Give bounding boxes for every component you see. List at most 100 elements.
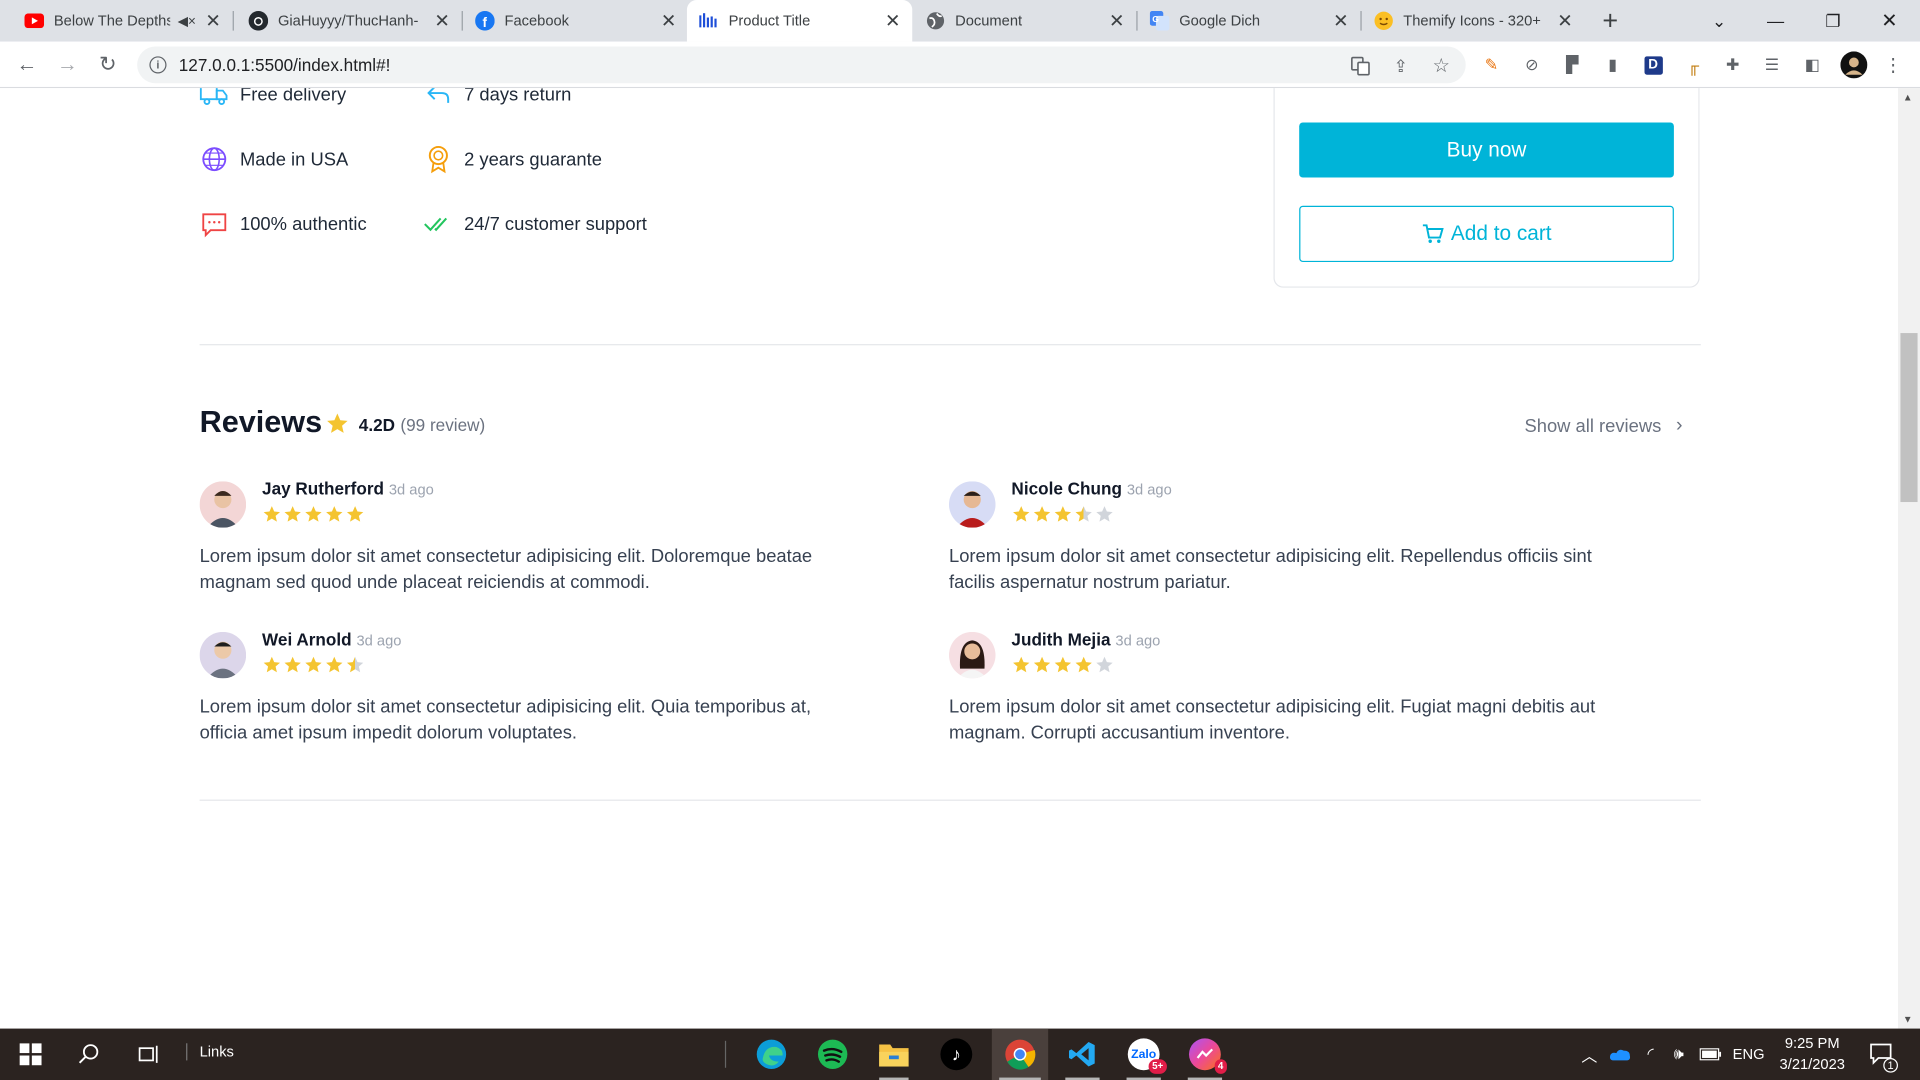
vscode-icon[interactable] — [1058, 1029, 1107, 1080]
close-tab-icon[interactable]: ✕ — [883, 10, 903, 32]
onedrive-icon[interactable] — [1607, 1029, 1634, 1080]
site-logo-icon — [699, 11, 719, 31]
tab-youtube[interactable]: Below The Depths ◀× ✕ — [12, 0, 232, 42]
review-time: 3d ago — [1115, 631, 1161, 649]
award-icon — [424, 144, 453, 174]
task-view-icon[interactable] — [129, 1029, 171, 1080]
reviewer-name: Wei Arnold 3d ago — [262, 629, 402, 649]
svg-text:G: G — [1152, 14, 1159, 24]
zalo-icon[interactable]: Zalo 5+ — [1119, 1029, 1168, 1080]
speaker-muted-icon[interactable]: ◀× — [178, 13, 196, 29]
close-tab-icon[interactable]: ✕ — [659, 10, 679, 32]
extension-icon[interactable]: ╓ — [1682, 54, 1704, 76]
tab-title: Google Dich — [1179, 12, 1261, 30]
bookmark-star-icon[interactable]: ☆ — [1430, 55, 1452, 77]
star-icon — [1075, 506, 1092, 522]
chrome-icon[interactable] — [991, 1028, 1049, 1080]
tiktok-icon[interactable]: ♪ — [934, 1029, 978, 1080]
avatar — [199, 631, 247, 679]
close-tab-icon[interactable]: ✕ — [432, 10, 452, 32]
minimize-button[interactable]: — — [1747, 0, 1803, 42]
url-text[interactable]: 127.0.0.1:5500/index.html#! — [179, 55, 391, 75]
star-icon — [1013, 656, 1030, 673]
review-time: 3d ago — [388, 481, 434, 499]
wifi-icon[interactable]: ◜ — [1638, 1029, 1662, 1080]
rating-stars — [1011, 504, 1115, 524]
google-translate-icon: G — [1149, 11, 1170, 31]
reload-icon[interactable]: ↻ — [92, 50, 124, 79]
page-viewport: Free delivery 7 days return Made in USA … — [0, 88, 1898, 1029]
forward-arrow-icon[interactable]: → — [51, 50, 83, 79]
reading-list-icon[interactable]: ☰ — [1761, 54, 1783, 76]
chevron-up-icon[interactable]: ︿ — [1577, 1029, 1601, 1080]
tab-title: Facebook — [504, 12, 570, 30]
tab-themify[interactable]: Themify Icons - 320+ ✕ — [1362, 0, 1585, 42]
restore-button[interactable]: ❐ — [1805, 0, 1861, 42]
star-icon — [1096, 656, 1113, 673]
review-time: 3d ago — [1126, 481, 1172, 499]
clock-time: 9:25 PM — [1784, 1034, 1840, 1052]
info-icon[interactable]: i — [149, 56, 167, 74]
section-divider — [199, 799, 1701, 801]
page-scrollbar[interactable]: ▲ ▼ — [1897, 88, 1920, 1029]
rating-stars — [1011, 655, 1115, 675]
compass-extension-icon[interactable]: ⊘ — [1521, 54, 1543, 76]
profile-avatar[interactable] — [1840, 51, 1868, 79]
scrollbar-thumb[interactable] — [1900, 333, 1918, 503]
file-explorer-icon[interactable] — [872, 1029, 916, 1080]
close-window-button[interactable]: ✕ — [1861, 0, 1917, 42]
spotify-icon[interactable] — [811, 1029, 855, 1080]
close-tab-icon[interactable]: ✕ — [1107, 10, 1127, 32]
feature-label: 7 days return — [464, 88, 572, 105]
scroll-up-arrow-icon[interactable]: ▲ — [1903, 92, 1913, 103]
tab-title: Themify Icons - 320+ — [1403, 12, 1541, 30]
back-arrow-icon[interactable]: ← — [11, 50, 43, 79]
volume-icon[interactable]: 🕪 — [1665, 1029, 1692, 1080]
extension-icon[interactable]: ▮ — [1602, 54, 1624, 76]
tab-document[interactable]: Document ✕ — [913, 0, 1136, 42]
puzzle-extensions-icon[interactable]: ✚ — [1722, 54, 1744, 76]
extension-d-icon[interactable]: D — [1642, 54, 1664, 76]
side-panel-icon[interactable]: ◧ — [1801, 54, 1823, 76]
edge-browser-icon[interactable] — [749, 1029, 793, 1080]
windows-start-icon[interactable] — [10, 1029, 52, 1080]
add-to-cart-button[interactable]: Add to cart — [1299, 205, 1674, 263]
tab-title: Document — [955, 12, 1023, 30]
tab-google-dich[interactable]: G Google Dich ✕ — [1138, 0, 1361, 42]
messenger-icon[interactable]: 4 — [1180, 1029, 1229, 1080]
new-tab-button[interactable]: + — [1594, 5, 1626, 37]
color-picker-extension-icon[interactable]: ✎ — [1480, 54, 1502, 76]
system-clock[interactable]: 9:25 PM 3/21/2023 — [1773, 1033, 1851, 1075]
reviews-score: 4.2D — [358, 415, 395, 435]
close-tab-icon[interactable]: ✕ — [1331, 10, 1351, 32]
tab-search-icon[interactable]: ⌄ — [1691, 0, 1747, 42]
address-bar[interactable]: i 127.0.0.1:5500/index.html#! ⇪ ☆ — [137, 46, 1466, 84]
github-icon — [248, 11, 269, 31]
buy-now-button[interactable]: Buy now — [1299, 122, 1674, 178]
review-text: Lorem ipsum dolor sit amet consectetur a… — [199, 546, 813, 593]
extension-icon[interactable]: ▛ — [1561, 54, 1583, 76]
translate-icon[interactable] — [1349, 55, 1371, 77]
search-icon[interactable] — [69, 1029, 111, 1080]
star-icon — [1075, 656, 1092, 673]
share-icon[interactable]: ⇪ — [1390, 55, 1412, 77]
tab-facebook[interactable]: f Facebook ✕ — [463, 0, 688, 42]
scroll-down-arrow-icon[interactable]: ▼ — [1903, 1014, 1913, 1025]
language-indicator[interactable]: ENG — [1733, 1046, 1765, 1063]
review-text: Lorem ipsum dolor sit amet consectetur a… — [948, 696, 1596, 744]
notification-center-icon[interactable]: 1 — [1864, 1029, 1901, 1080]
links-toolbar[interactable]: Links — [186, 1043, 234, 1061]
emoji-icon — [1374, 11, 1394, 31]
windows-taskbar: Links ♪ Zalo 5+ 4 ︿ ◜ 🕪 ENG 9:25 PM 3/21… — [0, 1028, 1920, 1080]
tab-product-title[interactable]: Product Title ✕ — [686, 0, 913, 42]
battery-icon[interactable] — [1697, 1029, 1724, 1080]
show-all-reviews-link[interactable]: Show all reviews › — [1525, 415, 1683, 437]
menu-kebab-icon[interactable]: ⋮ — [1882, 54, 1904, 76]
star-icon — [305, 656, 322, 673]
chat-icon — [200, 209, 229, 238]
close-tab-icon[interactable]: ✕ — [203, 10, 223, 32]
rating-stars — [262, 655, 366, 675]
tab-github[interactable]: GiaHuyyy/ThucHanh- ✕ — [236, 0, 461, 42]
close-tab-icon[interactable]: ✕ — [1555, 10, 1575, 32]
notification-count: 1 — [1883, 1057, 1898, 1073]
